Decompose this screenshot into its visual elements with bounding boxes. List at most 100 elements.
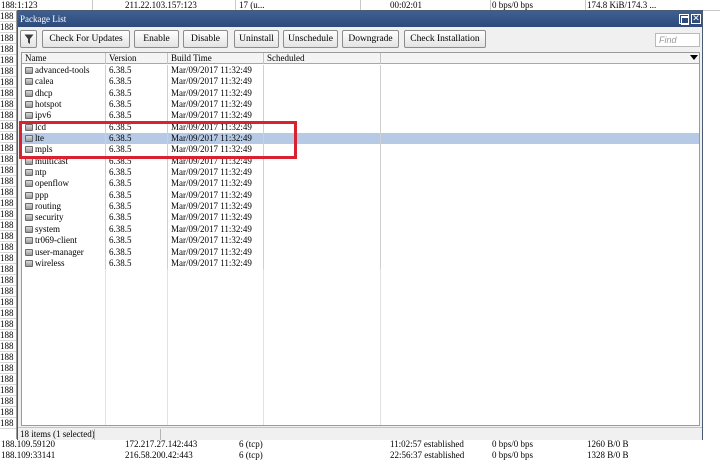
cell-scheduled bbox=[264, 189, 381, 202]
bg-left-cell: 188 bbox=[0, 363, 16, 374]
bg-left-cell: 188 bbox=[0, 66, 16, 77]
bg-left-cell: 188 bbox=[0, 418, 16, 429]
cell-scheduled bbox=[264, 246, 381, 258]
table-row[interactable]: user-manager 6.38.5 Mar/09/2017 11:32:49 bbox=[22, 246, 699, 258]
cell-name: routing bbox=[22, 201, 106, 213]
cell-build-time: Mar/09/2017 11:32:49 bbox=[168, 189, 264, 202]
unschedule-button[interactable]: Unschedule bbox=[283, 30, 338, 48]
uninstall-button[interactable]: Uninstall bbox=[234, 30, 279, 48]
column-header-scheduled[interactable]: Scheduled bbox=[264, 53, 381, 64]
bg-cell: 0 bps/0 bps bbox=[492, 439, 534, 449]
bg-left-cell: 188 bbox=[0, 77, 16, 88]
table-row[interactable]: wireless 6.38.5 Mar/09/2017 11:32:49 bbox=[22, 257, 699, 270]
cell-text: security bbox=[35, 212, 64, 223]
cell-text: tr069-client bbox=[35, 235, 77, 246]
cell-version: 6.38.5 bbox=[106, 189, 168, 202]
cell-text: 6.38.5 bbox=[109, 87, 132, 98]
column-menu-icon[interactable] bbox=[690, 55, 698, 60]
cell-scheduled bbox=[264, 87, 381, 100]
cell-scheduled bbox=[264, 99, 381, 111]
package-icon bbox=[25, 259, 33, 267]
table-body: advanced-tools 6.38.5 Mar/09/2017 11:32:49… bbox=[22, 65, 699, 270]
bg-cell: 1328 B/0 B bbox=[587, 450, 629, 460]
enable-button[interactable]: Enable bbox=[134, 30, 179, 48]
package-icon bbox=[25, 67, 33, 74]
column-header-version[interactable]: Version bbox=[106, 53, 168, 64]
find-input[interactable]: Find bbox=[655, 33, 700, 47]
table-row[interactable]: ntp 6.38.5 Mar/09/2017 11:32:49 bbox=[22, 167, 699, 179]
bg-left-cell: 188 bbox=[0, 154, 16, 165]
column-header-build-time[interactable]: Build Time bbox=[168, 53, 264, 64]
check-installation-button[interactable]: Check Installation bbox=[404, 30, 486, 48]
table-row[interactable]: routing 6.38.5 Mar/09/2017 11:32:49 bbox=[22, 201, 699, 213]
bg-cell: 6 (tcp) bbox=[239, 450, 263, 460]
cell-build-time: Mar/09/2017 11:32:49 bbox=[168, 65, 264, 77]
table-row[interactable]: openflow 6.38.5 Mar/09/2017 11:32:49 bbox=[22, 178, 699, 190]
window-titlebar[interactable]: Package List ✕ bbox=[18, 11, 702, 27]
cell-name: user-manager bbox=[22, 246, 106, 258]
cell-text: routing bbox=[35, 201, 61, 212]
cell-build-time: Mar/09/2017 11:32:49 bbox=[168, 167, 264, 179]
cell-build-time: Mar/09/2017 11:32:49 bbox=[168, 235, 264, 247]
cell-name: openflow bbox=[22, 178, 106, 190]
bg-left-cell: 188 bbox=[0, 264, 16, 275]
cell-text: Mar/09/2017 11:32:49 bbox=[171, 76, 252, 87]
check-for-updates-button[interactable]: Check For Updates bbox=[42, 30, 130, 48]
table-row[interactable]: hotspot 6.38.5 Mar/09/2017 11:32:49 bbox=[22, 99, 699, 111]
cell-build-time: Mar/09/2017 11:32:49 bbox=[168, 76, 264, 88]
bg-cell: 6 (tcp) bbox=[239, 439, 263, 449]
package-icon bbox=[25, 101, 33, 109]
cell-build-time: Mar/09/2017 11:32:49 bbox=[168, 246, 264, 258]
bg-left-cell: 188 bbox=[0, 132, 16, 143]
cell-build-time: Mar/09/2017 11:32:49 bbox=[168, 99, 264, 111]
background-bottom-row: 188.109.59120 172.217.27.142:443 6 (tcp)… bbox=[0, 439, 720, 450]
bg-cell: 216.58.200.42:443 bbox=[125, 450, 193, 460]
cell-text: ntp bbox=[35, 167, 47, 178]
package-icon bbox=[25, 78, 33, 86]
table-row[interactable]: dhcp 6.38.5 Mar/09/2017 11:32:49 bbox=[22, 87, 699, 100]
status-bar: 18 items (1 selected) bbox=[18, 427, 702, 440]
bg-cell: 1260 B/0 B bbox=[587, 439, 629, 449]
bg-left-cell: 188 bbox=[0, 88, 16, 99]
maximize-icon[interactable] bbox=[679, 14, 689, 25]
disable-button[interactable]: Disable bbox=[183, 30, 228, 48]
cell-version: 6.38.5 bbox=[106, 212, 168, 224]
bg-left-cell: 188 bbox=[0, 396, 16, 407]
cell-scheduled bbox=[264, 178, 381, 190]
table-row[interactable]: advanced-tools 6.38.5 Mar/09/2017 11:32:49 bbox=[22, 65, 699, 77]
cell-version: 6.38.5 bbox=[106, 87, 168, 100]
bg-cell: 0 bps/0 bps bbox=[492, 450, 534, 460]
cell-scheduled bbox=[264, 235, 381, 247]
bg-left-cell: 188 bbox=[0, 385, 16, 396]
package-icon bbox=[25, 112, 33, 120]
cell-build-time: Mar/09/2017 11:32:49 bbox=[168, 212, 264, 224]
filter-icon bbox=[24, 34, 34, 44]
bg-left-cell: 188 bbox=[0, 231, 16, 242]
bg-left-cell: 188 bbox=[0, 187, 16, 198]
table-row[interactable]: tr069-client 6.38.5 Mar/09/2017 11:32:49 bbox=[22, 235, 699, 247]
cell-build-time: Mar/09/2017 11:32:49 bbox=[168, 178, 264, 190]
annotation-highlight-box bbox=[19, 121, 297, 159]
bg-left-cell: 188 bbox=[0, 297, 16, 308]
bg-left-cell: 188 bbox=[0, 374, 16, 385]
table-row[interactable]: security 6.38.5 Mar/09/2017 11:32:49 bbox=[22, 212, 699, 224]
bg-left-cell: 188 bbox=[0, 308, 16, 319]
cell-text: 6.38.5 bbox=[109, 178, 132, 189]
cell-text: wireless bbox=[35, 257, 65, 268]
downgrade-button[interactable]: Downgrade bbox=[342, 30, 399, 48]
package-icon bbox=[25, 237, 33, 245]
table-row[interactable]: calea 6.38.5 Mar/09/2017 11:32:49 bbox=[22, 76, 699, 88]
column-header-name[interactable]: Name bbox=[22, 53, 106, 64]
package-list-window: Package List ✕ Check For Updates Enable … bbox=[17, 10, 703, 440]
cell-text: ipv6 bbox=[35, 110, 52, 121]
table-row[interactable]: system 6.38.5 Mar/09/2017 11:32:49 bbox=[22, 223, 699, 236]
cell-text: Mar/09/2017 11:32:49 bbox=[171, 110, 252, 121]
close-icon[interactable]: ✕ bbox=[691, 14, 701, 24]
table-row[interactable]: ppp 6.38.5 Mar/09/2017 11:32:49 bbox=[22, 189, 699, 202]
cell-version: 6.38.5 bbox=[106, 178, 168, 190]
cell-text: Mar/09/2017 11:32:49 bbox=[171, 235, 252, 246]
bg-left-cell: 188 bbox=[0, 33, 16, 44]
filter-button[interactable] bbox=[20, 30, 37, 48]
cell-text: 6.38.5 bbox=[109, 201, 132, 212]
cell-text: Mar/09/2017 11:32:49 bbox=[171, 246, 252, 257]
